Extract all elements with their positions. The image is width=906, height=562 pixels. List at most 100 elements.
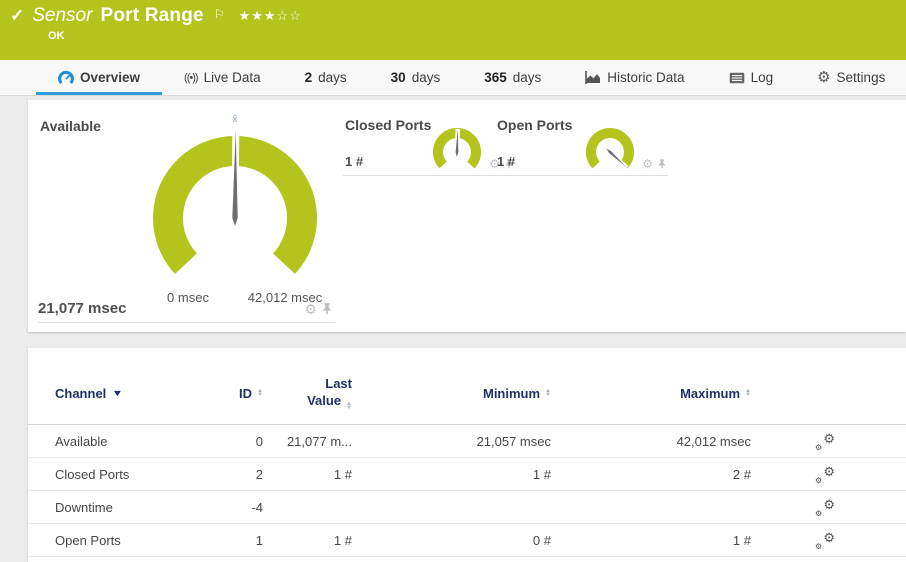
gear-icon[interactable]: ⚙ — [642, 158, 653, 170]
gauge-cell-actions: ⚙ — [304, 302, 332, 316]
channel-id: 1 — [255, 532, 263, 548]
column-label: Channel — [55, 385, 107, 401]
tab-settings[interactable]: ⚙ Settings — [795, 60, 906, 95]
priority-stars[interactable]: ★★★☆☆ — [239, 8, 302, 24]
tab-label: Log — [750, 70, 774, 85]
last-value: 1 # — [333, 466, 352, 482]
open-ports-gauge — [586, 128, 634, 170]
channel-name[interactable]: Downtime — [55, 500, 208, 515]
maximum-value: 2 # — [732, 466, 751, 482]
gauge-title: Available — [40, 118, 101, 134]
last-value: 21,077 m... — [286, 433, 352, 449]
tab-historic-data[interactable]: Historic Data — [563, 60, 706, 95]
closed-ports-gauge — [433, 128, 481, 169]
column-header-id[interactable]: ID — [208, 386, 263, 401]
channel-settings-icon[interactable]: ⚙ ⚙ — [815, 529, 835, 551]
channel-id: 2 — [255, 466, 263, 482]
gear-icon[interactable]: ⚙ — [304, 302, 317, 316]
tab-label: Historic Data — [607, 70, 685, 85]
pin-icon[interactable] — [322, 303, 332, 315]
divider — [343, 175, 515, 176]
tab-live-data[interactable]: ((•)) Live Data — [162, 60, 283, 95]
tab-label: Overview — [80, 70, 141, 85]
tab-30-days[interactable]: 30 days — [369, 60, 463, 95]
tab-2-days[interactable]: 2 days — [283, 60, 369, 95]
maximum-value: 1 # — [732, 532, 751, 548]
tab-label: days — [318, 70, 347, 85]
gear-icon: ⚙ — [815, 508, 823, 518]
pin-icon[interactable] — [658, 159, 666, 169]
gauge-min-label: 0 msec — [167, 290, 209, 305]
gauge-cell-closed-ports[interactable]: Closed Ports 1 # ⚙ — [343, 100, 515, 332]
average-marker: x̄ — [233, 114, 238, 125]
object-kind-label: Sensor — [32, 5, 93, 26]
channel-name[interactable]: Closed Ports — [55, 467, 208, 482]
gauge-title: Open Ports — [497, 117, 573, 133]
tab-number: 2 — [304, 70, 313, 85]
tab-label: Live Data — [203, 70, 261, 85]
gear-icon: ⚙ — [823, 430, 835, 446]
gauge-cell-open-ports[interactable]: Open Ports 1 # ⚙ — [495, 100, 668, 332]
tab-number: 30 — [390, 70, 406, 85]
minimum-value: 21,057 msec — [476, 433, 551, 449]
tab-label: Settings — [836, 70, 886, 85]
tab-log[interactable]: Log — [707, 60, 796, 95]
gauge-icon — [58, 70, 74, 85]
gear-icon: ⚙ — [823, 463, 835, 479]
channel-name[interactable]: Open Ports — [55, 533, 208, 548]
column-label: Maximum — [680, 385, 741, 401]
gauges-panel: Available x̄ 0 msec 42,012 msec 21,077 m… — [28, 100, 906, 332]
gauge-cell-actions: ⚙ — [642, 158, 666, 170]
tab-label: days — [411, 70, 441, 85]
gear-icon: ⚙ — [815, 541, 823, 551]
channel-id: 0 — [255, 433, 263, 449]
channel-name[interactable]: Available — [55, 434, 208, 449]
tab-label: days — [512, 70, 542, 85]
flag-icon[interactable]: ⚐ — [214, 7, 225, 21]
column-header-minimum[interactable]: Minimum — [352, 386, 551, 401]
gear-icon: ⚙ — [815, 442, 823, 452]
tab-overview[interactable]: Overview — [36, 60, 163, 95]
gear-icon: ⚙ — [815, 475, 823, 485]
sort-icon — [346, 402, 352, 410]
gear-icon: ⚙ — [823, 529, 835, 545]
table-row-downtime[interactable]: Downtime -4 ⚙ ⚙ — [28, 491, 906, 524]
gauge-needle — [231, 127, 240, 226]
channel-table-panel: Channel ▼ ID Last Value Minimum Maximum — [28, 348, 906, 562]
channel-settings-icon[interactable]: ⚙ ⚙ — [815, 463, 835, 485]
gauge-title: Closed Ports — [345, 117, 432, 133]
sort-icon — [745, 389, 751, 397]
maximum-value: 42,012 msec — [676, 433, 751, 449]
log-icon — [729, 72, 745, 84]
column-header-maximum[interactable]: Maximum — [551, 386, 751, 401]
tab-365-days[interactable]: 365 days — [462, 60, 563, 95]
channel-settings-icon[interactable]: ⚙ ⚙ — [815, 496, 835, 518]
sensor-title: Port Range — [100, 5, 204, 26]
historic-chart-icon — [585, 71, 601, 84]
gauge-value: 21,077 msec — [38, 300, 127, 317]
minimum-value: 1 # — [532, 466, 551, 482]
table-row-available[interactable]: Available 0 21,077 m... 21,057 msec 42,0… — [28, 425, 906, 458]
column-label: Minimum — [482, 385, 541, 401]
gauge-value: 1 # — [497, 154, 516, 169]
column-header-channel[interactable]: Channel ▼ — [55, 386, 208, 401]
status-check-icon: ✓ — [10, 6, 25, 25]
gauge-cell-available[interactable]: Available x̄ 0 msec 42,012 msec 21,077 m… — [38, 100, 335, 332]
sort-caret-icon: ▼ — [111, 388, 124, 398]
available-gauge: x̄ — [153, 114, 317, 274]
column-header-last-value[interactable]: Last Value — [263, 376, 352, 410]
minimum-value: 0 # — [532, 532, 551, 548]
tab-number: 365 — [484, 70, 507, 85]
divider — [495, 175, 668, 176]
table-row-open-ports[interactable]: Open Ports 1 1 # 0 # 1 # ⚙ ⚙ — [28, 524, 906, 557]
gear-icon: ⚙ — [823, 496, 835, 512]
table-header-row: Channel ▼ ID Last Value Minimum Maximum — [28, 368, 906, 418]
last-value: 1 # — [333, 532, 352, 548]
sensor-status-header: ✓ Sensor Port Range ⚐ ★★★☆☆ OK — [0, 0, 906, 60]
gauge-needle — [454, 128, 461, 157]
table-row-closed-ports[interactable]: Closed Ports 2 1 # 1 # 2 # ⚙ ⚙ — [28, 458, 906, 491]
channel-id: -4 — [251, 499, 263, 515]
divider — [38, 322, 335, 323]
channel-table: Channel ▼ ID Last Value Minimum Maximum — [28, 348, 906, 557]
channel-settings-icon[interactable]: ⚙ ⚙ — [815, 430, 835, 452]
